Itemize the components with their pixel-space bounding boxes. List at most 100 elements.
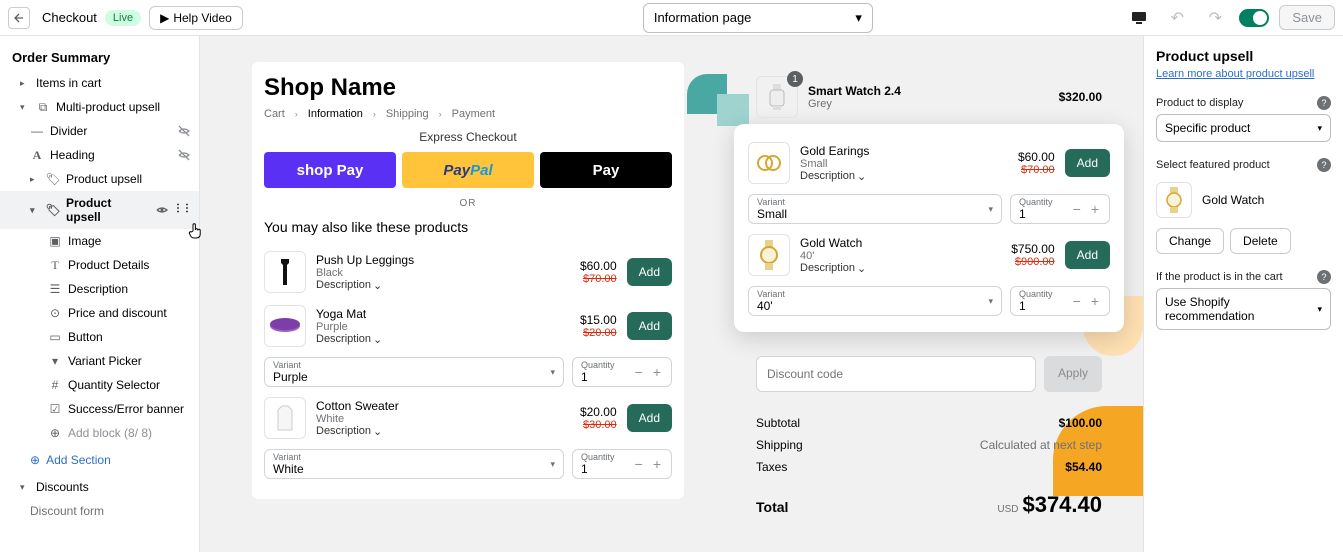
qty-minus[interactable]: − <box>1071 293 1083 309</box>
sidebar-item-multi-upsell[interactable]: ▾ ⧉ Multi-product upsell <box>0 95 199 119</box>
paypal-button[interactable]: PayPal <box>402 152 534 188</box>
product-description-toggle[interactable]: Description ⌄ <box>800 170 1008 183</box>
product-description-toggle[interactable]: Description ⌄ <box>800 262 1001 275</box>
apply-button[interactable]: Apply <box>1044 356 1102 392</box>
sidebar-item-variant-picker[interactable]: ▾ Variant Picker <box>0 349 199 373</box>
product-description-toggle[interactable]: Description ⌄ <box>316 333 570 346</box>
qty-minus[interactable]: − <box>1071 201 1083 217</box>
redo-icon[interactable]: ↷ <box>1201 4 1229 32</box>
sidebar-item-product-details[interactable]: T Product Details <box>0 253 199 277</box>
discount-input[interactable] <box>756 356 1036 392</box>
cart-area: 1 Smart Watch 2.4 Grey $320.00 Gold Eari… <box>734 72 1124 518</box>
field-label: Product to display <box>1156 97 1243 109</box>
drag-icon[interactable]: ⋮⋮ <box>173 203 191 217</box>
sidebar-item-items-in-cart[interactable]: ▸ Items in cart <box>0 71 199 95</box>
delete-button[interactable]: Delete <box>1230 228 1291 254</box>
shipping-label: Shipping <box>756 438 803 452</box>
add-button[interactable]: Add <box>627 312 672 340</box>
hash-icon: # <box>48 378 62 392</box>
qty-minus[interactable]: − <box>633 364 645 380</box>
sidebar-item-discounts[interactable]: ▾ Discounts <box>0 475 199 499</box>
product-variant: Purple <box>316 321 570 333</box>
change-button[interactable]: Change <box>1156 228 1224 254</box>
product-name: Cotton Sweater <box>316 399 570 413</box>
image-icon: ▣ <box>48 234 62 248</box>
upsell-card: Gold Earings Small Description ⌄ $60.00 … <box>734 124 1124 332</box>
sidebar-add-block[interactable]: ⊕ Add block (8/ 8) <box>0 421 199 445</box>
desktop-view-icon[interactable] <box>1125 4 1153 32</box>
help-icon[interactable]: ? <box>1317 158 1331 172</box>
product-name: Smart Watch 2.4 <box>808 84 1049 98</box>
qty-plus[interactable]: + <box>1089 201 1101 217</box>
label: Quantity Selector <box>68 378 191 392</box>
sidebar-item-image[interactable]: ▣ Image <box>0 229 199 253</box>
help-icon[interactable]: ? <box>1317 270 1331 284</box>
pay-buttons: shop Pay PayPal Pay <box>264 152 672 188</box>
page-select[interactable]: Information page ▾ <box>643 3 873 33</box>
currency: USD <box>997 504 1018 515</box>
save-button[interactable]: Save <box>1279 5 1335 30</box>
help-icon[interactable]: ? <box>1317 96 1331 110</box>
sidebar-item-qty-selector[interactable]: # Quantity Selector <box>0 373 199 397</box>
dropdown-icon: ▾ <box>48 354 62 368</box>
add-button[interactable]: Add <box>1065 149 1110 177</box>
caret-down-icon: ▾ <box>30 205 40 216</box>
sidebar-item-description[interactable]: ☰ Description <box>0 277 199 301</box>
crumb-information[interactable]: Information <box>308 108 363 120</box>
help-video-button[interactable]: ▶ Help Video <box>149 6 243 30</box>
crumb-cart[interactable]: Cart <box>264 108 285 120</box>
label: Product upsell <box>66 172 191 186</box>
variant-picker[interactable]: Variant 40' ▾ <box>748 286 1002 316</box>
add-button[interactable]: Add <box>1065 241 1110 269</box>
back-button[interactable] <box>8 7 30 29</box>
variant-picker[interactable]: Variant Purple ▾ <box>264 357 564 387</box>
label: Discounts <box>36 480 191 494</box>
product-description-toggle[interactable]: Description ⌄ <box>316 279 570 292</box>
sidebar-item-divider[interactable]: — Divider <box>0 119 199 143</box>
play-icon: ▶ <box>160 11 169 25</box>
variant-value: Purple <box>273 370 544 384</box>
product-display-select[interactable]: Specific product ▾ <box>1156 114 1331 142</box>
variant-picker[interactable]: Variant White ▾ <box>264 449 564 479</box>
label: Add Section <box>46 453 111 467</box>
learn-more-link[interactable]: Learn more about product upsell <box>1156 68 1331 80</box>
topbar-right: ↶ ↷ Save <box>1125 4 1335 32</box>
product-variant: Small <box>800 158 1008 170</box>
eye-icon[interactable] <box>155 203 169 217</box>
sidebar-item-price-discount[interactable]: ⊙ Price and discount <box>0 301 199 325</box>
undo-icon[interactable]: ↶ <box>1163 4 1191 32</box>
crumb-shipping[interactable]: Shipping <box>386 108 429 120</box>
add-button[interactable]: Add <box>627 258 672 286</box>
chevron-right-icon: › <box>373 109 376 119</box>
label: Items in cart <box>36 76 191 90</box>
qty-plus[interactable]: + <box>1089 293 1101 309</box>
qty-plus[interactable]: + <box>651 456 663 472</box>
field-label: If the product is in the cart <box>1156 271 1283 283</box>
sidebar-item-success-error[interactable]: ☑ Success/Error banner <box>0 397 199 421</box>
add-button[interactable]: Add <box>627 404 672 432</box>
button-icon: ▭ <box>48 330 62 344</box>
sidebar-item-heading[interactable]: A Heading <box>0 143 199 167</box>
variant-picker[interactable]: Variant Small ▾ <box>748 194 1002 224</box>
preview-toggle[interactable] <box>1239 9 1269 27</box>
sidebar-item-discount-form[interactable]: Discount form <box>0 499 199 523</box>
qty-minus[interactable]: − <box>633 456 645 472</box>
product-oldprice: $20.00 <box>580 327 617 339</box>
if-in-cart-select[interactable]: Use Shopify recommendation ▾ <box>1156 288 1331 330</box>
crumb-payment[interactable]: Payment <box>452 108 495 120</box>
sidebar-add-section[interactable]: ⊕ Add Section <box>0 445 199 475</box>
apple-pay-button[interactable]: Pay <box>540 152 672 188</box>
qty-value: 1 <box>1019 299 1065 313</box>
product-description-toggle[interactable]: Description ⌄ <box>316 425 570 438</box>
taxes-value: $54.40 <box>1065 460 1102 474</box>
sidebar-item-button[interactable]: ▭ Button <box>0 325 199 349</box>
sidebar-item-product-upsell-2[interactable]: ▾ 🏷 Product upsell ⋮⋮ <box>0 191 199 229</box>
qty-plus[interactable]: + <box>651 364 663 380</box>
stack-icon: ⧉ <box>36 100 50 114</box>
product-row: Cotton Sweater White Description ⌄ $20.0… <box>264 391 672 445</box>
label: Product Details <box>68 258 191 272</box>
quantity-stepper: Quantity 1 − + <box>1010 286 1110 316</box>
shop-pay-button[interactable]: shop Pay <box>264 152 396 188</box>
product-image <box>748 142 790 184</box>
sidebar-item-product-upsell-1[interactable]: ▸ 🏷 Product upsell <box>0 167 199 191</box>
